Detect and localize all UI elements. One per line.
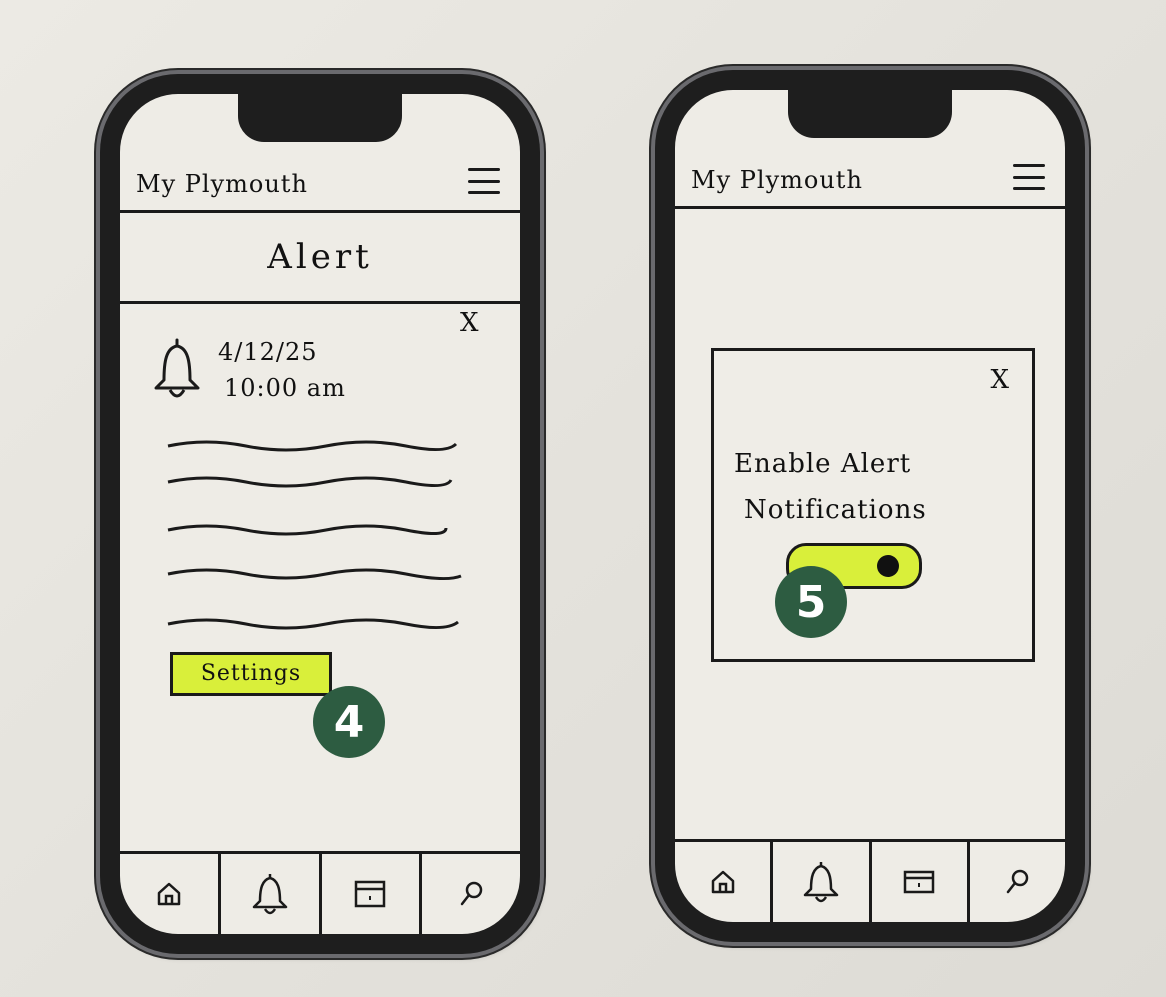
- hamburger-menu-icon[interactable]: [1013, 164, 1045, 190]
- hamburger-menu-icon[interactable]: [468, 168, 500, 194]
- notification-modal: X Enable Alert Notifications: [711, 348, 1035, 662]
- step-badge: 4: [313, 686, 385, 758]
- app-header: My Plymouth: [120, 154, 520, 213]
- calendar-icon: [355, 880, 386, 908]
- tab-home[interactable]: [675, 842, 774, 922]
- phone-notch: [788, 90, 952, 138]
- tab-home[interactable]: [120, 854, 221, 934]
- bottom-tab-bar: [675, 839, 1065, 922]
- close-modal-button[interactable]: X: [990, 365, 1010, 395]
- step-badge: 5: [775, 566, 847, 638]
- tab-calendar[interactable]: [872, 842, 970, 922]
- alert-date: 4/12/25: [218, 338, 318, 366]
- search-icon: [1007, 869, 1029, 894]
- tab-alerts[interactable]: [773, 842, 872, 922]
- alert-body-text-placeholder: [167, 440, 462, 630]
- phone-left-screen: My Plymouth Alert X 4/12/25 10:00 am Set…: [120, 94, 520, 934]
- bell-icon: [803, 862, 839, 903]
- bell-icon: [252, 874, 287, 915]
- search-icon: [460, 881, 483, 906]
- toggle-knob: [877, 555, 899, 577]
- home-icon: [711, 870, 734, 894]
- phone-right-screen: My Plymouth X Enable Alert Notifications…: [675, 90, 1065, 922]
- phone-notch: [238, 94, 402, 142]
- phone-left: My Plymouth Alert X 4/12/25 10:00 am Set…: [100, 74, 540, 954]
- app-header: My Plymouth: [675, 150, 1065, 209]
- tab-search[interactable]: [970, 842, 1065, 922]
- calendar-icon: [903, 870, 935, 894]
- settings-button[interactable]: Settings: [170, 652, 332, 696]
- alert-time: 10:00 am: [224, 374, 346, 402]
- tab-calendar[interactable]: [322, 854, 423, 934]
- home-icon: [157, 882, 181, 906]
- section-header: Alert: [120, 213, 520, 304]
- modal-title-line-1: Enable Alert: [734, 449, 912, 479]
- tab-alerts[interactable]: [221, 854, 322, 934]
- app-title: My Plymouth: [136, 170, 308, 198]
- bell-icon: [150, 336, 204, 406]
- app-title: My Plymouth: [691, 166, 863, 194]
- modal-title-line-2: Notifications: [744, 495, 927, 525]
- close-alert-button[interactable]: X: [460, 308, 480, 338]
- bottom-tab-bar: [120, 851, 520, 934]
- tab-search[interactable]: [422, 854, 520, 934]
- page-title: Alert: [267, 237, 373, 277]
- phone-right: My Plymouth X Enable Alert Notifications…: [655, 70, 1085, 942]
